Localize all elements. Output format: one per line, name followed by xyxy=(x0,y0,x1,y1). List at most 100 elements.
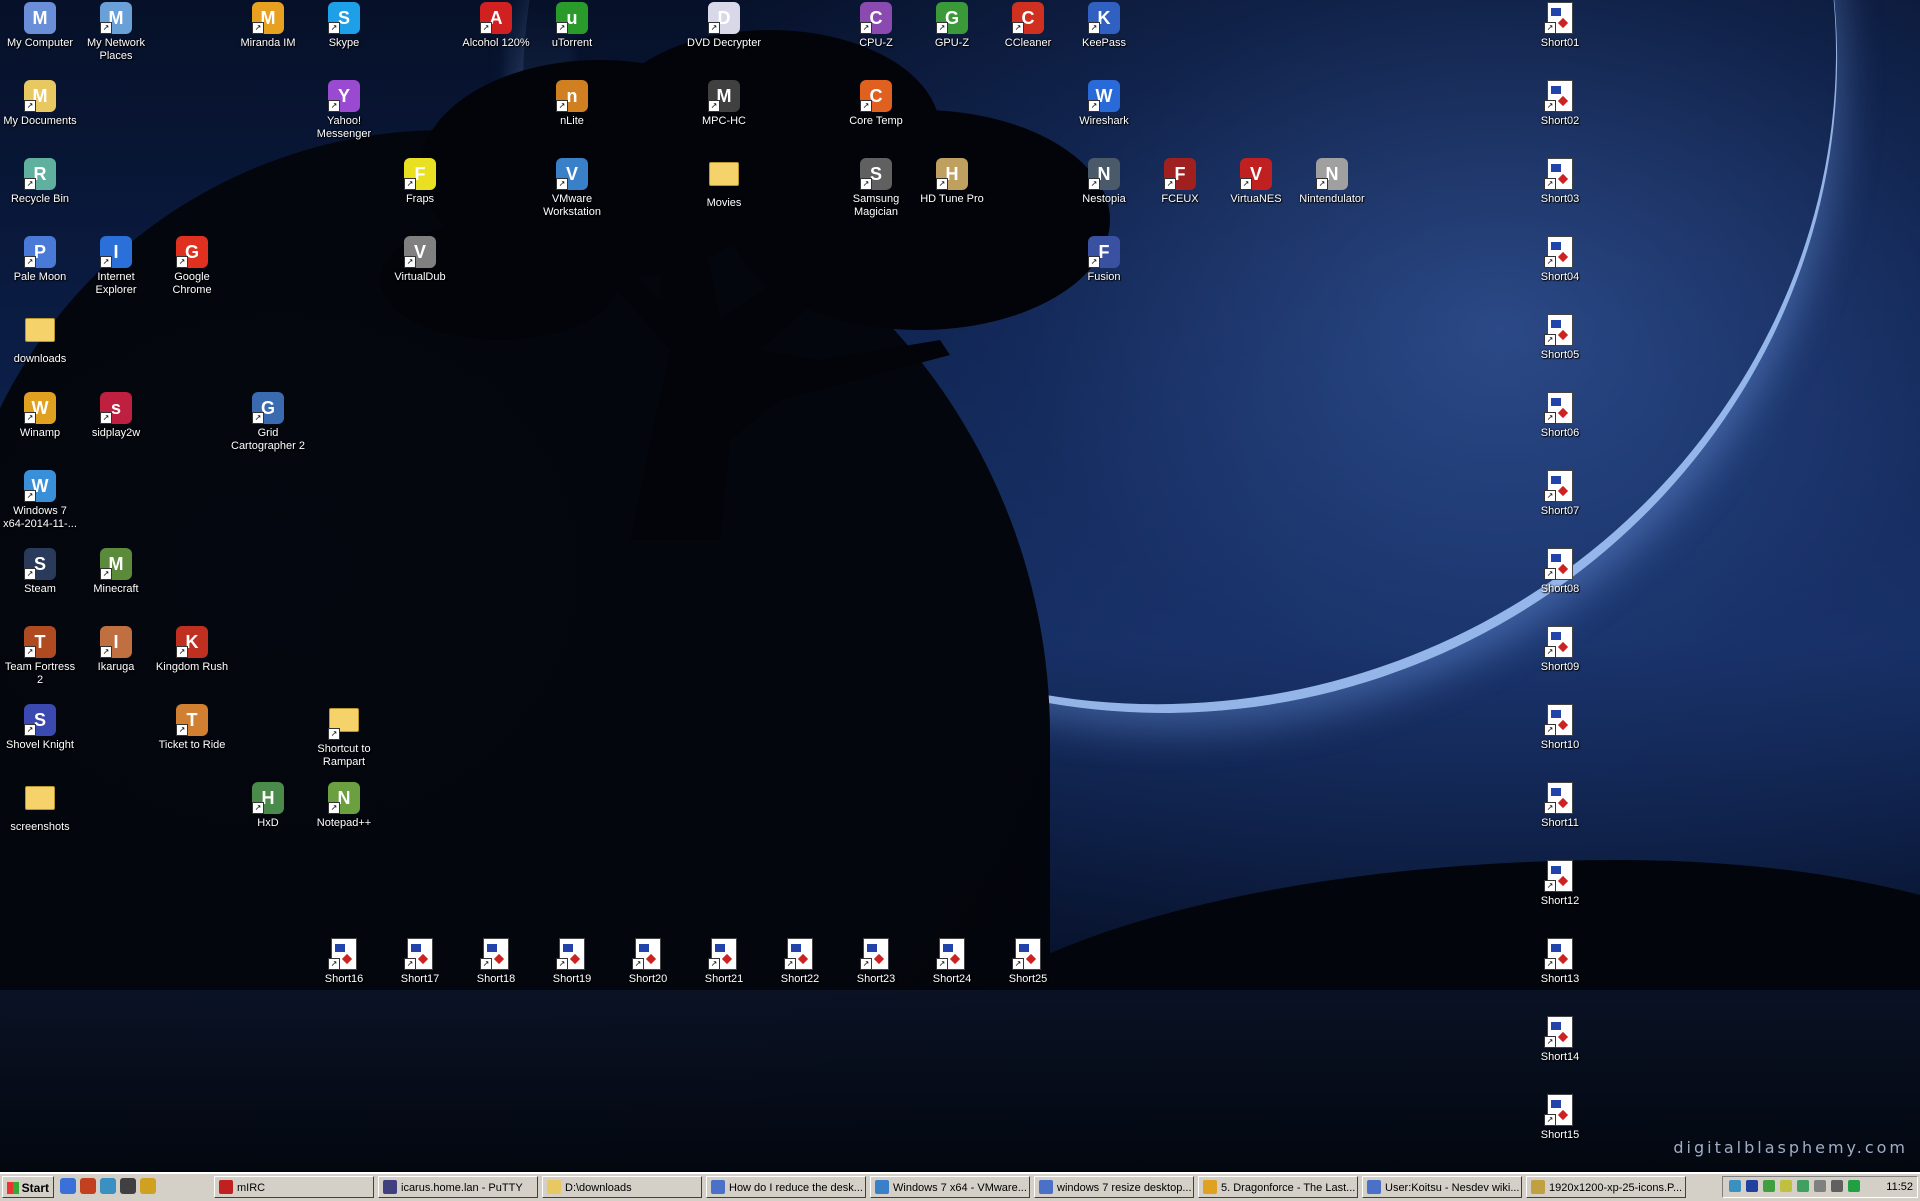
desktop-icon-ikaruga[interactable]: I ↗ Ikaruga xyxy=(78,624,154,674)
desktop-icon-short10[interactable]: ↗ Short10 xyxy=(1522,702,1598,752)
desktop-icon-short24[interactable]: ↗ Short24 xyxy=(914,936,990,986)
desktop-icon-wireshark[interactable]: W ↗ Wireshark xyxy=(1066,78,1142,128)
desktop-icon-short04[interactable]: ↗ Short04 xyxy=(1522,234,1598,284)
desktop-icon-core-temp[interactable]: C ↗ Core Temp xyxy=(838,78,914,128)
desktop-icon-movies[interactable]: Movies xyxy=(686,156,762,210)
desktop-icon-miranda-im[interactable]: M ↗ Miranda IM xyxy=(230,0,306,50)
desktop-icon-my-computer[interactable]: M My Computer xyxy=(2,0,78,50)
desktop-icon-vmware-workstation[interactable]: V ↗ VMware Workstation xyxy=(534,156,610,219)
icon-label: Short18 xyxy=(476,973,516,985)
quick-launch-icon[interactable] xyxy=(120,1178,136,1194)
desktop-icon-skype[interactable]: S ↗ Skype xyxy=(306,0,382,50)
desktop-icon-dvd-decrypter[interactable]: D ↗ DVD Decrypter xyxy=(686,0,762,50)
desktop-icon-windows-7-x64-2014-11[interactable]: W ↗ Windows 7 x64-2014-11-... xyxy=(2,468,78,531)
taskbar-button[interactable]: windows 7 resize desktop... xyxy=(1034,1176,1194,1198)
desktop-icon-short18[interactable]: ↗ Short18 xyxy=(458,936,534,986)
desktop-icon-short13[interactable]: ↗ Short13 xyxy=(1522,936,1598,986)
taskbar-button[interactable]: mIRC xyxy=(214,1176,374,1198)
desktop-icon-short16[interactable]: ↗ Short16 xyxy=(306,936,382,986)
desktop-icon-sidplay2w[interactable]: s ↗ sidplay2w xyxy=(78,390,154,440)
taskbar-button[interactable]: 5. Dragonforce - The Last... xyxy=(1198,1176,1358,1198)
desktop-icon-short11[interactable]: ↗ Short11 xyxy=(1522,780,1598,830)
desktop-icon-shortcut-to-rampart[interactable]: ↗ Shortcut to Rampart xyxy=(306,702,382,769)
desktop-icon-short25[interactable]: ↗ Short25 xyxy=(990,936,1066,986)
desktop-icon-alcohol-120[interactable]: A ↗ Alcohol 120% xyxy=(458,0,534,50)
desktop-icon-ccleaner[interactable]: C ↗ CCleaner xyxy=(990,0,1066,50)
taskbar-button[interactable]: Windows 7 x64 - VMware... xyxy=(870,1176,1030,1198)
desktop-icon-my-network-places[interactable]: M ↗ My Network Places xyxy=(78,0,154,63)
desktop-icon-virtuanes[interactable]: V ↗ VirtuaNES xyxy=(1218,156,1294,206)
desktop-icon-short14[interactable]: ↗ Short14 xyxy=(1522,1014,1598,1064)
tray-icon[interactable] xyxy=(1814,1180,1826,1192)
quick-launch-icon[interactable] xyxy=(80,1178,96,1194)
desktop-icon-mpc-hc[interactable]: M ↗ MPC-HC xyxy=(686,78,762,128)
taskbar-button[interactable]: How do I reduce the desk... xyxy=(706,1176,866,1198)
desktop-icon-kingdom-rush[interactable]: K ↗ Kingdom Rush xyxy=(154,624,230,674)
desktop-icon-short01[interactable]: ↗ Short01 xyxy=(1522,0,1598,50)
desktop-icon-ticket-to-ride[interactable]: T ↗ Ticket to Ride xyxy=(154,702,230,752)
desktop-icon-gpu-z[interactable]: G ↗ GPU-Z xyxy=(914,0,990,50)
desktop-icon-recycle-bin[interactable]: R ↗ Recycle Bin xyxy=(2,156,78,206)
desktop-icon-nlite[interactable]: n ↗ nLite xyxy=(534,78,610,128)
taskbar-button[interactable]: icarus.home.lan - PuTTY xyxy=(378,1176,538,1198)
desktop-icon-short17[interactable]: ↗ Short17 xyxy=(382,936,458,986)
tray-icon[interactable] xyxy=(1763,1180,1775,1192)
desktop-icon-steam[interactable]: S ↗ Steam xyxy=(2,546,78,596)
desktop-icon-screenshots[interactable]: screenshots xyxy=(2,780,78,834)
desktop-icon-downloads[interactable]: downloads xyxy=(2,312,78,366)
desktop-icon-fusion[interactable]: F ↗ Fusion xyxy=(1066,234,1142,284)
desktop-icon-short06[interactable]: ↗ Short06 xyxy=(1522,390,1598,440)
desktop-icon-my-documents[interactable]: M ↗ My Documents xyxy=(2,78,78,128)
desktop-icon-winamp[interactable]: W ↗ Winamp xyxy=(2,390,78,440)
desktop-icon-hxd[interactable]: H ↗ HxD xyxy=(230,780,306,830)
start-button[interactable]: Start xyxy=(2,1176,54,1198)
desktop-icon-fceux[interactable]: F ↗ FCEUX xyxy=(1142,156,1218,206)
desktop-icon-short21[interactable]: ↗ Short21 xyxy=(686,936,762,986)
desktop-icon-hd-tune-pro[interactable]: H ↗ HD Tune Pro xyxy=(914,156,990,206)
desktop-icon-short07[interactable]: ↗ Short07 xyxy=(1522,468,1598,518)
desktop-icon-short02[interactable]: ↗ Short02 xyxy=(1522,78,1598,128)
desktop-icon-keepass[interactable]: K ↗ KeePass xyxy=(1066,0,1142,50)
desktop-icon-shovel-knight[interactable]: S ↗ Shovel Knight xyxy=(2,702,78,752)
desktop-icon-nintendulator[interactable]: N ↗ Nintendulator xyxy=(1294,156,1370,206)
taskbar-button[interactable]: User:Koitsu - Nesdev wiki... xyxy=(1362,1176,1522,1198)
desktop-icon-google-chrome[interactable]: G ↗ Google Chrome xyxy=(154,234,230,297)
desktop-icon-short20[interactable]: ↗ Short20 xyxy=(610,936,686,986)
desktop-icon-short09[interactable]: ↗ Short09 xyxy=(1522,624,1598,674)
desktop-icon-short03[interactable]: ↗ Short03 xyxy=(1522,156,1598,206)
clock[interactable]: 11:52 xyxy=(1886,1177,1913,1197)
desktop[interactable]: digitalblasphemy.com M My Computer M ↗ My Ne… xyxy=(0,0,1920,1172)
desktop-icon-pale-moon[interactable]: P ↗ Pale Moon xyxy=(2,234,78,284)
quick-launch-icon[interactable] xyxy=(100,1178,116,1194)
quick-launch-icon[interactable] xyxy=(60,1178,76,1194)
taskbar-button[interactable]: D:\downloads xyxy=(542,1176,702,1198)
tray-icon[interactable] xyxy=(1780,1180,1792,1192)
desktop-icon-short12[interactable]: ↗ Short12 xyxy=(1522,858,1598,908)
desktop-icon-minecraft[interactable]: M ↗ Minecraft xyxy=(78,546,154,596)
desktop-icon-grid-cartographer-2[interactable]: G ↗ Grid Cartographer 2 xyxy=(230,390,306,453)
desktop-icon-cpu-z[interactable]: C ↗ CPU-Z xyxy=(838,0,914,50)
document-icon: ↗ xyxy=(860,938,892,970)
tray-icon[interactable] xyxy=(1848,1180,1860,1192)
tray-icon[interactable] xyxy=(1729,1180,1741,1192)
desktop-icon-utorrent[interactable]: u ↗ uTorrent xyxy=(534,0,610,50)
desktop-icon-short08[interactable]: ↗ Short08 xyxy=(1522,546,1598,596)
taskbar-button[interactable]: 1920x1200-xp-25-icons.P... xyxy=(1526,1176,1686,1198)
desktop-icon-nestopia[interactable]: N ↗ Nestopia xyxy=(1066,156,1142,206)
desktop-icon-yahoo-messenger[interactable]: Y ↗ Yahoo! Messenger xyxy=(306,78,382,141)
desktop-icon-short15[interactable]: ↗ Short15 xyxy=(1522,1092,1598,1142)
tray-icon[interactable] xyxy=(1746,1180,1758,1192)
desktop-icon-samsung-magician[interactable]: S ↗ Samsung Magician xyxy=(838,156,914,219)
desktop-icon-fraps[interactable]: F ↗ Fraps xyxy=(382,156,458,206)
desktop-icon-short19[interactable]: ↗ Short19 xyxy=(534,936,610,986)
quick-launch-icon[interactable] xyxy=(140,1178,156,1194)
desktop-icon-short05[interactable]: ↗ Short05 xyxy=(1522,312,1598,362)
desktop-icon-short23[interactable]: ↗ Short23 xyxy=(838,936,914,986)
desktop-icon-internet-explorer[interactable]: I ↗ Internet Explorer xyxy=(78,234,154,297)
desktop-icon-virtualdub[interactable]: V ↗ VirtualDub xyxy=(382,234,458,284)
tray-icon[interactable] xyxy=(1831,1180,1843,1192)
desktop-icon-team-fortress-2[interactable]: T ↗ Team Fortress 2 xyxy=(2,624,78,687)
desktop-icon-notepad[interactable]: N ↗ Notepad++ xyxy=(306,780,382,830)
desktop-icon-short22[interactable]: ↗ Short22 xyxy=(762,936,838,986)
tray-icon[interactable] xyxy=(1797,1180,1809,1192)
